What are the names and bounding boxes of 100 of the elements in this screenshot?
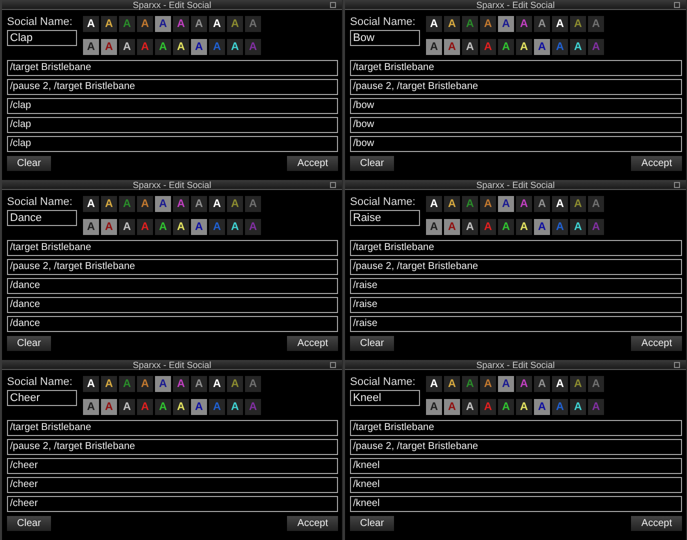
command-line-field[interactable]: /target Bristlebane: [7, 420, 338, 436]
color-swatch[interactable]: A: [426, 399, 442, 415]
color-swatch[interactable]: A: [155, 16, 171, 32]
color-swatch[interactable]: A: [173, 39, 189, 55]
color-swatch[interactable]: A: [516, 399, 532, 415]
color-swatch[interactable]: A: [426, 39, 442, 55]
command-line-field[interactable]: /bow: [350, 98, 682, 114]
color-swatch[interactable]: A: [155, 376, 171, 392]
command-line-field[interactable]: /raise: [350, 297, 682, 313]
color-swatch[interactable]: A: [119, 39, 135, 55]
color-swatch[interactable]: A: [155, 219, 171, 235]
command-line-field[interactable]: /raise: [350, 278, 682, 294]
color-swatch[interactable]: A: [173, 399, 189, 415]
command-line-field[interactable]: /dance: [7, 316, 338, 332]
color-swatch[interactable]: A: [516, 39, 532, 55]
close-icon[interactable]: [674, 362, 680, 368]
command-line-field[interactable]: /pause 2, /target Bristlebane: [350, 259, 682, 275]
color-swatch[interactable]: A: [570, 399, 586, 415]
color-swatch[interactable]: A: [534, 376, 550, 392]
color-swatch[interactable]: A: [119, 16, 135, 32]
color-swatch[interactable]: A: [444, 376, 460, 392]
clear-button[interactable]: Clear: [350, 156, 394, 171]
command-line-field[interactable]: /kneel: [350, 477, 682, 493]
color-swatch[interactable]: A: [498, 399, 514, 415]
color-swatch[interactable]: A: [119, 196, 135, 212]
command-line-field[interactable]: /clap: [7, 98, 338, 114]
accept-button[interactable]: Accept: [631, 156, 682, 171]
color-swatch[interactable]: A: [498, 39, 514, 55]
accept-button[interactable]: Accept: [631, 336, 682, 351]
close-icon[interactable]: [674, 2, 680, 8]
color-swatch[interactable]: A: [227, 196, 243, 212]
accept-button[interactable]: Accept: [287, 336, 338, 351]
color-swatch[interactable]: A: [191, 399, 207, 415]
color-swatch[interactable]: A: [462, 219, 478, 235]
command-line-field[interactable]: /clap: [7, 117, 338, 133]
color-swatch[interactable]: A: [119, 376, 135, 392]
color-swatch[interactable]: A: [137, 196, 153, 212]
close-icon[interactable]: [674, 182, 680, 188]
color-swatch[interactable]: A: [227, 16, 243, 32]
color-swatch[interactable]: A: [83, 39, 99, 55]
color-swatch[interactable]: A: [83, 219, 99, 235]
accept-button[interactable]: Accept: [631, 516, 682, 531]
social-name-field[interactable]: Bow: [350, 30, 420, 46]
color-swatch[interactable]: A: [462, 196, 478, 212]
social-name-field[interactable]: Dance: [7, 210, 77, 226]
color-swatch[interactable]: A: [173, 219, 189, 235]
command-line-field[interactable]: /kneel: [350, 496, 682, 512]
color-swatch[interactable]: A: [552, 196, 568, 212]
color-swatch[interactable]: A: [426, 16, 442, 32]
color-swatch[interactable]: A: [191, 219, 207, 235]
color-swatch[interactable]: A: [570, 196, 586, 212]
color-swatch[interactable]: A: [462, 399, 478, 415]
close-icon[interactable]: [330, 362, 336, 368]
color-swatch[interactable]: A: [227, 39, 243, 55]
clear-button[interactable]: Clear: [7, 336, 51, 351]
command-line-field[interactable]: /target Bristlebane: [350, 420, 682, 436]
command-line-field[interactable]: /target Bristlebane: [350, 240, 682, 256]
color-swatch[interactable]: A: [83, 196, 99, 212]
color-swatch[interactable]: A: [480, 16, 496, 32]
command-line-field[interactable]: /bow: [350, 117, 682, 133]
color-swatch[interactable]: A: [137, 376, 153, 392]
command-line-field[interactable]: /bow: [350, 136, 682, 152]
social-name-field[interactable]: Raise: [350, 210, 420, 226]
social-name-field[interactable]: Cheer: [7, 390, 77, 406]
color-swatch[interactable]: A: [426, 219, 442, 235]
color-swatch[interactable]: A: [155, 399, 171, 415]
color-swatch[interactable]: A: [570, 39, 586, 55]
color-swatch[interactable]: A: [534, 196, 550, 212]
color-swatch[interactable]: A: [191, 39, 207, 55]
color-swatch[interactable]: A: [191, 16, 207, 32]
color-swatch[interactable]: A: [426, 196, 442, 212]
color-swatch[interactable]: A: [498, 376, 514, 392]
color-swatch[interactable]: A: [534, 16, 550, 32]
color-swatch[interactable]: A: [191, 376, 207, 392]
clear-button[interactable]: Clear: [7, 516, 51, 531]
command-line-field[interactable]: /raise: [350, 316, 682, 332]
accept-button[interactable]: Accept: [287, 156, 338, 171]
color-swatch[interactable]: A: [498, 219, 514, 235]
color-swatch[interactable]: A: [570, 16, 586, 32]
color-swatch[interactable]: A: [227, 219, 243, 235]
color-swatch[interactable]: A: [137, 16, 153, 32]
color-swatch[interactable]: A: [534, 219, 550, 235]
color-swatch[interactable]: A: [534, 39, 550, 55]
command-line-field[interactable]: /cheer: [7, 458, 338, 474]
command-line-field[interactable]: /cheer: [7, 477, 338, 493]
color-swatch[interactable]: A: [534, 399, 550, 415]
color-swatch[interactable]: A: [480, 196, 496, 212]
close-icon[interactable]: [330, 2, 336, 8]
color-swatch[interactable]: A: [462, 16, 478, 32]
command-line-field[interactable]: /dance: [7, 278, 338, 294]
color-swatch[interactable]: A: [570, 376, 586, 392]
social-name-field[interactable]: Kneel: [350, 390, 420, 406]
color-swatch[interactable]: A: [426, 376, 442, 392]
command-line-field[interactable]: /dance: [7, 297, 338, 313]
color-swatch[interactable]: A: [101, 196, 117, 212]
color-swatch[interactable]: A: [227, 376, 243, 392]
color-swatch[interactable]: A: [444, 16, 460, 32]
color-swatch[interactable]: A: [83, 16, 99, 32]
color-swatch[interactable]: A: [498, 16, 514, 32]
command-line-field[interactable]: /target Bristlebane: [7, 240, 338, 256]
